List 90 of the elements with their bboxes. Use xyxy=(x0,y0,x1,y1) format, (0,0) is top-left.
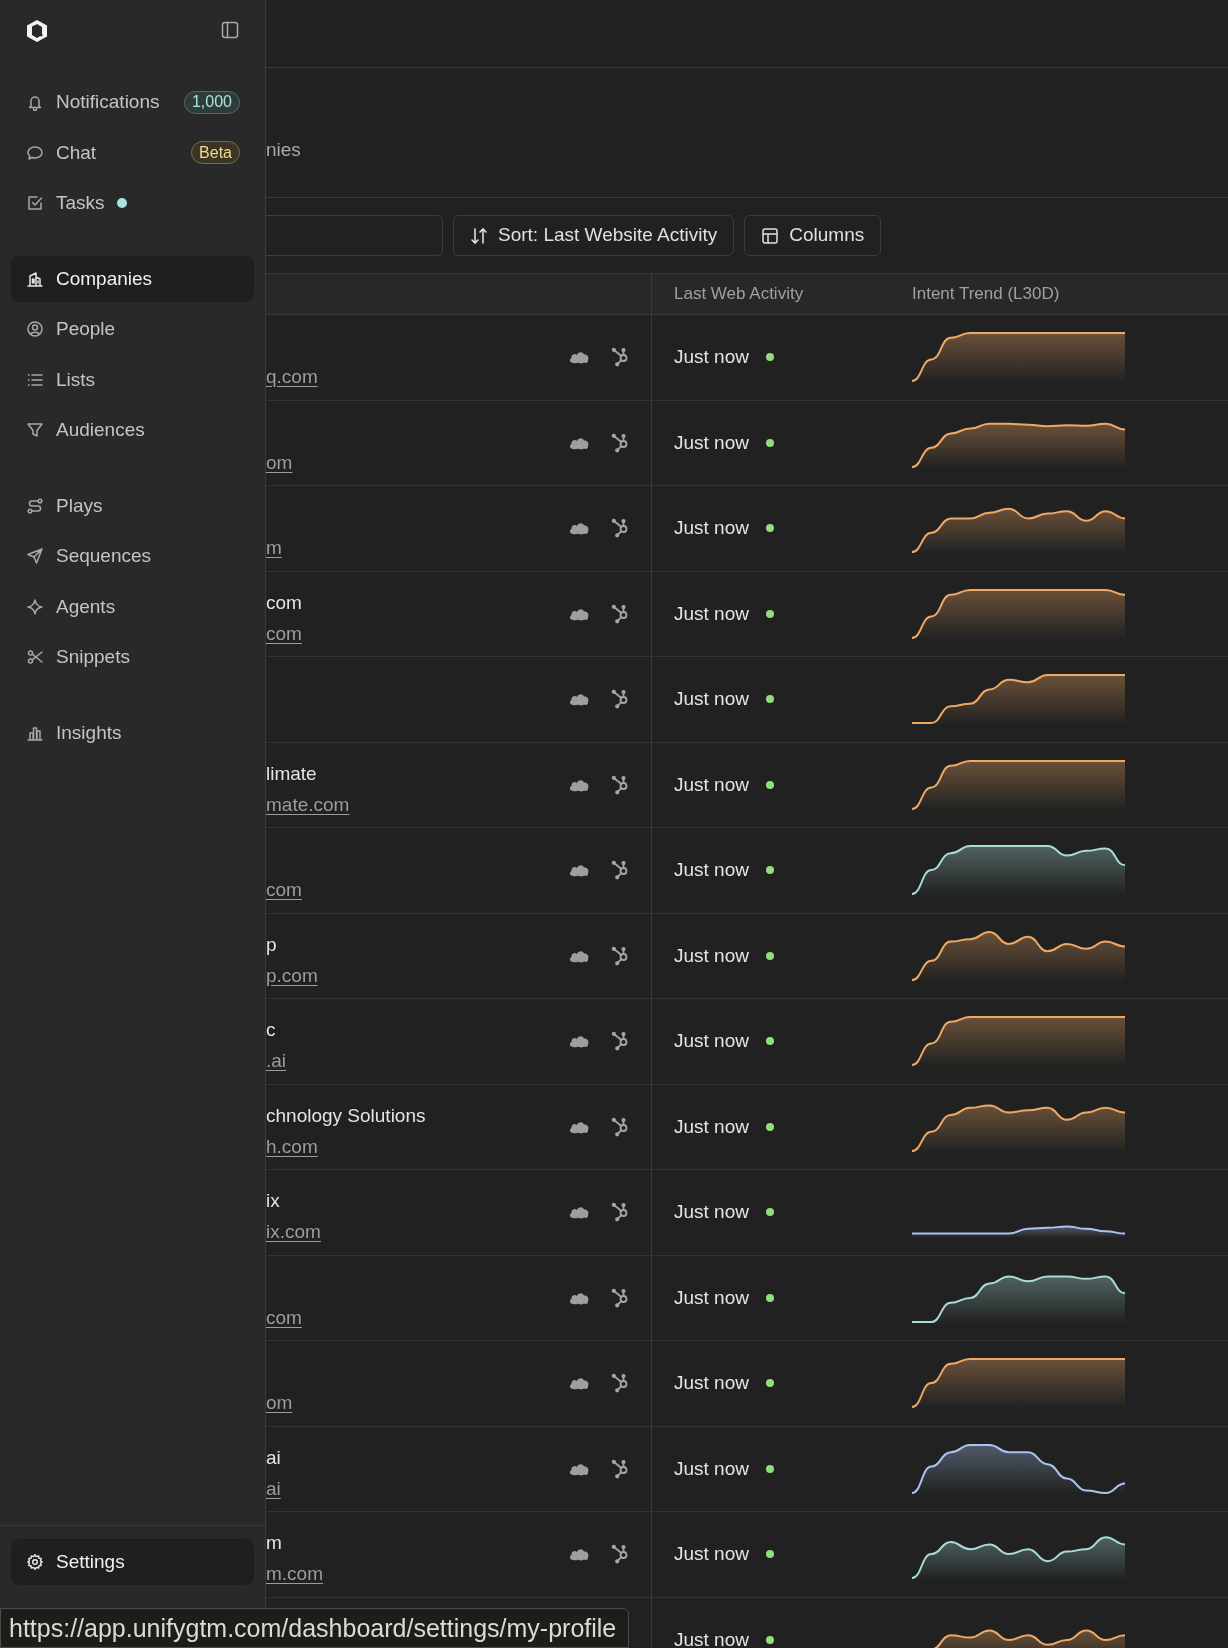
columns-button[interactable]: Columns xyxy=(744,215,882,256)
cloud-icon[interactable] xyxy=(568,948,590,963)
nav-item[interactable]: Snippets xyxy=(11,634,254,681)
company-name: chnology Solutions xyxy=(266,1103,426,1128)
last-activity: Just now xyxy=(674,516,749,540)
sort-icon xyxy=(470,226,488,245)
nav-item[interactable]: Sequences xyxy=(11,533,254,580)
last-activity: Just now xyxy=(674,1200,749,1224)
last-activity: Just now xyxy=(674,772,749,797)
last-activity: Just now xyxy=(674,858,749,882)
last-activity: Just now xyxy=(674,1114,749,1139)
last-activity: Just now xyxy=(674,601,749,626)
nav-item[interactable]: Chat Beta xyxy=(11,129,254,176)
logo-icon xyxy=(24,18,50,44)
domain-link[interactable]: om xyxy=(266,450,293,475)
sort-button[interactable]: Sort: Last Website Activity xyxy=(453,215,735,256)
badge: Beta xyxy=(191,141,240,165)
bell-icon xyxy=(26,93,44,112)
filter-icon xyxy=(26,421,44,440)
cloud-icon[interactable] xyxy=(568,1290,590,1305)
nav-item[interactable]: People xyxy=(11,306,254,353)
badge: 1,000 xyxy=(183,90,240,114)
sparkle-icon xyxy=(26,597,44,616)
company-name: com xyxy=(266,590,302,615)
last-activity: Just now xyxy=(674,687,749,711)
input-field[interactable] xyxy=(266,215,443,256)
company-name: p xyxy=(266,932,277,957)
last-activity: Just now xyxy=(674,1371,749,1395)
last-activity: Just now xyxy=(674,1456,749,1481)
domain-link[interactable]: om xyxy=(266,1391,293,1416)
nav-item[interactable]: Notifications 1,000 xyxy=(11,79,254,126)
domain-link[interactable]: m xyxy=(266,536,282,561)
company-name: ix xyxy=(266,1189,280,1214)
domain-link[interactable]: com xyxy=(266,878,302,903)
domain-link[interactable]: q.com xyxy=(266,365,318,390)
last-activity: Just now xyxy=(674,1029,749,1053)
domain-link[interactable]: mate.com xyxy=(266,792,350,817)
company-name: limate xyxy=(266,761,317,786)
last-activity: Just now xyxy=(674,1285,749,1310)
nav-item[interactable]: Tasks xyxy=(11,180,254,227)
cloud-icon[interactable] xyxy=(568,777,590,792)
cloud-icon[interactable] xyxy=(568,692,590,707)
nav-item[interactable]: Audiences xyxy=(11,407,254,454)
domain-link[interactable]: com xyxy=(266,621,302,646)
nav-item[interactable]: Agents xyxy=(11,583,254,630)
scissors-icon xyxy=(26,648,44,667)
sidebar-toggle-icon[interactable] xyxy=(221,21,239,39)
settings-item[interactable]: Settings xyxy=(11,1538,254,1585)
cloud-icon[interactable] xyxy=(568,1461,590,1476)
last-activity: Just now xyxy=(674,345,749,369)
last-activity: Just now xyxy=(674,430,749,455)
company-name: c xyxy=(266,1018,276,1043)
route-icon xyxy=(26,496,44,515)
cloud-icon[interactable] xyxy=(568,1376,590,1391)
cloud-icon[interactable] xyxy=(568,1119,590,1134)
domain-link[interactable]: ai xyxy=(266,1476,281,1501)
link-preview-tooltip: https://app.unifygtm.com/dashboard/settings/my-profile xyxy=(0,1608,630,1648)
chat-bubble-icon xyxy=(26,143,44,162)
gear-icon xyxy=(26,1552,44,1571)
table-icon xyxy=(761,226,780,245)
company-name: ai xyxy=(266,1445,281,1470)
nav-item[interactable]: Plays xyxy=(11,482,254,529)
domain-link[interactable]: .ai xyxy=(266,1049,287,1074)
column-header: Intent Trend (L30D) xyxy=(912,284,1060,304)
checkbox-icon xyxy=(26,194,44,213)
domain-link[interactable]: ix.com xyxy=(266,1220,321,1245)
cloud-icon[interactable] xyxy=(568,606,590,621)
last-activity: Just now xyxy=(674,1627,749,1648)
cloud-icon[interactable] xyxy=(568,1205,590,1220)
send-icon xyxy=(26,547,44,566)
building-icon xyxy=(26,269,44,288)
person-circle-icon xyxy=(26,320,44,339)
nav-item[interactable]: Insights xyxy=(11,709,254,756)
nav-item[interactable]: Companies xyxy=(11,255,254,302)
cloud-icon[interactable] xyxy=(568,350,590,365)
domain-link[interactable]: p.com xyxy=(266,963,318,988)
column-header: Last Web Activity xyxy=(674,284,804,304)
domain-link[interactable]: h.com xyxy=(266,1134,318,1159)
last-activity: Just now xyxy=(674,1542,749,1566)
cloud-icon[interactable] xyxy=(568,521,590,536)
cloud-icon[interactable] xyxy=(568,435,590,450)
domain-link[interactable]: com xyxy=(266,1305,302,1330)
tab-label[interactable]: nies xyxy=(266,139,301,161)
cloud-icon[interactable] xyxy=(568,1034,590,1049)
cloud-icon[interactable] xyxy=(568,1547,590,1562)
cloud-icon[interactable] xyxy=(568,863,590,878)
last-activity: Just now xyxy=(674,943,749,968)
company-name: m xyxy=(266,1531,282,1556)
domain-link[interactable]: m.com xyxy=(266,1562,323,1587)
nav-item[interactable]: Lists xyxy=(11,356,254,403)
